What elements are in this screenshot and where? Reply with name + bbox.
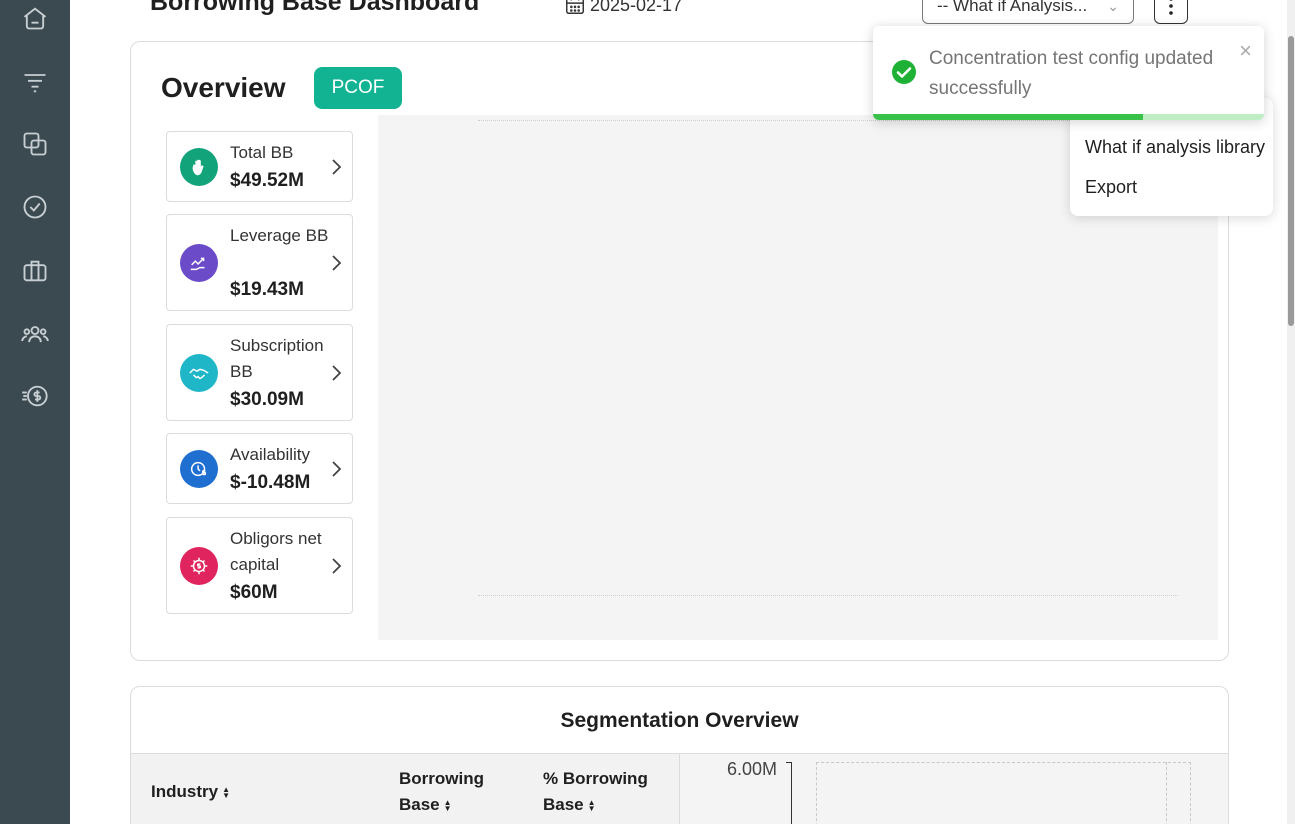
sort-icon: ▲ ▼	[587, 797, 596, 813]
overview-card: Overview PCOF Total BB $49.52M Leverage …	[130, 41, 1229, 661]
whatif-analysis-select[interactable]: -- What if Analysis... ⌄	[922, 0, 1134, 24]
sort-icon: ▲ ▼	[222, 784, 230, 800]
gear-dollar-icon	[180, 547, 218, 585]
metric-availability[interactable]: Availability $-10.48M	[166, 433, 353, 504]
close-icon[interactable]: ×	[1239, 40, 1252, 62]
menu-item-export[interactable]: Export	[1085, 177, 1137, 198]
sidebar	[0, 0, 70, 824]
metric-obligors-net-capital[interactable]: Obligors net capital $60M	[166, 517, 353, 614]
home-icon[interactable]	[19, 2, 51, 34]
briefcase-icon[interactable]	[19, 255, 51, 287]
menu-item-whatif-library[interactable]: What if analysis library	[1085, 137, 1265, 158]
column-header-label: Borrowing Base	[399, 769, 484, 814]
y-axis	[791, 762, 792, 824]
chevron-right-icon	[332, 558, 342, 574]
copy-icon[interactable]	[19, 128, 51, 160]
page-title: Borrowing Base Dashboard	[150, 0, 480, 16]
growth-hand-icon	[180, 244, 218, 282]
metric-leverage-bb[interactable]: Leverage BB $19.43M	[166, 214, 353, 311]
chevron-right-icon	[332, 159, 342, 175]
y-tick-label: 6.00M	[727, 759, 778, 779]
segmentation-card: Segmentation Overview Industry ▲ ▼ Borrowi…	[130, 686, 1229, 824]
kebab-menu-button[interactable]	[1154, 0, 1188, 24]
success-check-icon	[892, 60, 916, 84]
segmentation-title: Segmentation Overview	[560, 709, 799, 732]
chevron-right-icon	[332, 255, 342, 271]
toast-progress-bar	[873, 114, 1143, 120]
metric-label: Leverage BB	[230, 226, 329, 245]
metric-label: Total BB	[230, 143, 294, 162]
users-icon[interactable]	[19, 318, 51, 350]
chart-gridline	[1166, 762, 1191, 824]
metric-value: $19.43M	[230, 279, 304, 300]
metric-total-bb[interactable]: Total BB $49.52M	[166, 131, 353, 202]
calendar-icon	[566, 0, 584, 14]
metric-subscription-bb[interactable]: Subscription BB $30.09M	[166, 324, 353, 421]
vertical-scrollbar[interactable]	[1287, 0, 1295, 824]
overview-title: Overview	[161, 72, 286, 103]
chart-plot-area	[816, 762, 1191, 824]
hand-icon	[180, 148, 218, 186]
scrollbar-thumb[interactable]	[1288, 36, 1294, 326]
metric-label: Obligors net capital	[230, 529, 322, 574]
segmentation-table-header: Industry ▲ ▼ Borrowing Base ▲ ▼ % Borrowing …	[131, 753, 680, 824]
chart-gridline	[478, 595, 1178, 596]
success-toast: Concentration test config updated succes…	[873, 26, 1264, 120]
funnel-icon[interactable]	[19, 66, 51, 98]
chevron-down-icon: ⌄	[1107, 0, 1119, 14]
handshake-icon	[180, 354, 218, 392]
segmentation-chart: 6.00M	[680, 753, 1228, 824]
chevron-right-icon	[332, 365, 342, 381]
column-header-industry[interactable]: Industry ▲ ▼	[151, 779, 230, 805]
metric-value: $49.52M	[230, 170, 304, 191]
toast-progress-track	[873, 114, 1264, 120]
metric-value: $30.09M	[230, 389, 304, 410]
column-header-pct-borrowing-base[interactable]: % Borrowing Base ▲ ▼	[543, 766, 663, 818]
date-text: 2025-02-17	[590, 0, 683, 15]
column-header-label: Industry	[151, 782, 219, 801]
whatif-select-value: -- What if Analysis...	[937, 0, 1088, 15]
chevron-right-icon	[332, 461, 342, 477]
kebab-menu-icon	[1169, 0, 1173, 15]
column-header-borrowing-base[interactable]: Borrowing Base ▲ ▼	[399, 766, 509, 818]
metric-value: $-10.48M	[230, 472, 311, 493]
dollar-coin-icon[interactable]	[19, 380, 51, 412]
check-circle-icon[interactable]	[19, 191, 51, 223]
toast-message: Concentration test config updated succes…	[929, 48, 1214, 99]
date-display: 2025-02-17	[564, 0, 682, 16]
metric-value: $60M	[230, 582, 278, 603]
sort-icon: ▲ ▼	[443, 797, 452, 813]
fund-badge[interactable]: PCOF	[314, 67, 402, 109]
clock-dollar-icon	[180, 450, 218, 488]
metric-label: Subscription BB	[230, 336, 324, 381]
metric-label: Availability	[230, 445, 311, 464]
